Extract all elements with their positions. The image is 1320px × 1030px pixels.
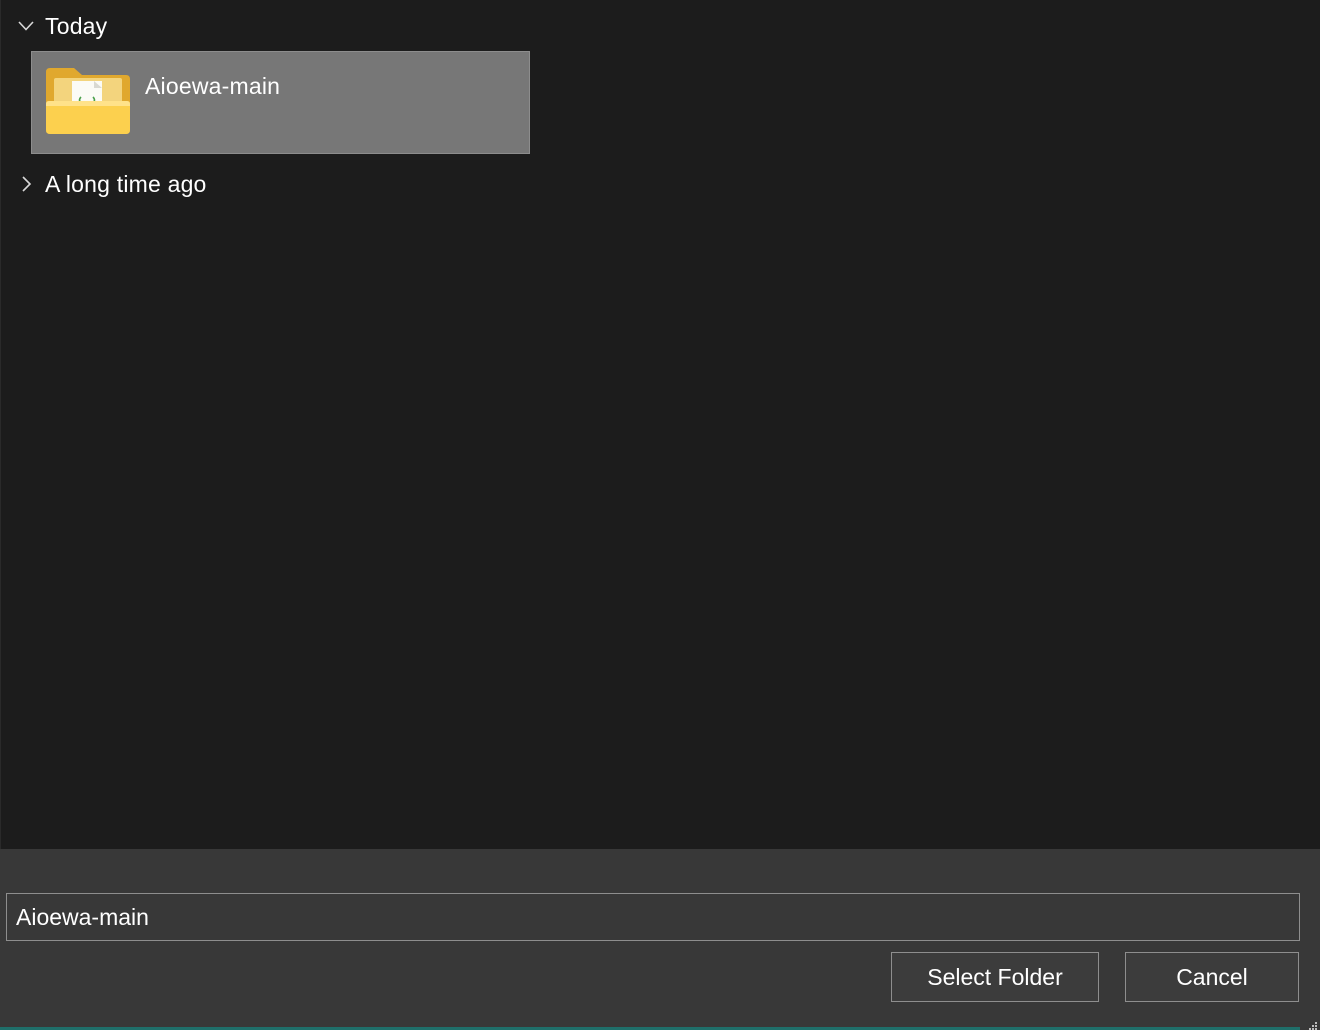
group-label: A long time ago [45, 170, 207, 197]
file-list-view[interactable]: Today Aioewa-main A long time ago [0, 0, 1320, 849]
cancel-button[interactable]: Cancel [1125, 952, 1299, 1002]
folder-item[interactable]: Aioewa-main [31, 51, 530, 154]
group-header-today[interactable]: Today [15, 11, 107, 41]
chevron-down-icon[interactable] [15, 15, 37, 37]
folder-picker-dialog: Today Aioewa-main A long time ago Aioewa… [0, 0, 1320, 1030]
dialog-footer: Select Folder Cancel [0, 849, 1320, 1030]
group-header-older[interactable]: A long time ago [15, 169, 207, 199]
group-label: Today [45, 12, 108, 39]
folder-name-label: Aioewa-main [145, 73, 281, 99]
folder-icon [44, 66, 132, 136]
chevron-right-icon[interactable] [15, 173, 37, 195]
select-folder-button[interactable]: Select Folder [891, 952, 1099, 1002]
resize-grip-icon[interactable] [1308, 1018, 1318, 1030]
folder-name-input[interactable] [6, 893, 1300, 941]
